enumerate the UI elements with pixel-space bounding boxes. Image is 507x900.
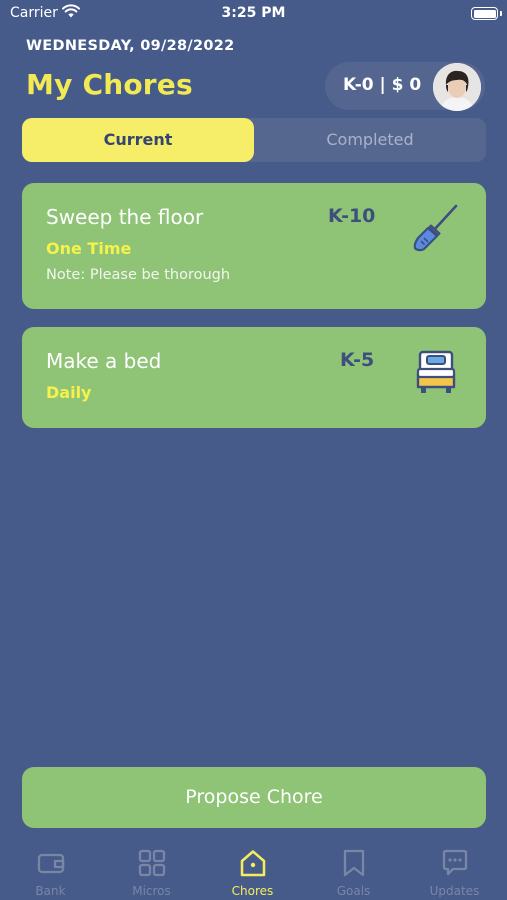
tab-label: Goals [336, 884, 371, 898]
page-title: My Chores [26, 68, 193, 101]
tab-updates[interactable]: Updates [404, 838, 505, 900]
tab-chores[interactable]: Chores [202, 838, 303, 900]
chore-points: K-10 [328, 205, 376, 227]
current-date: WEDNESDAY, 09/28/2022 [26, 38, 235, 54]
tab-label: Micros [132, 884, 171, 898]
tab-label: Bank [35, 884, 66, 898]
tab-bank[interactable]: Bank [0, 838, 101, 900]
tab-label: Chores [231, 884, 274, 898]
chore-name: Sweep the floor [46, 205, 204, 229]
broom-icon [413, 204, 458, 252]
home-icon [240, 850, 266, 877]
grid-icon [138, 849, 166, 877]
chat-icon [442, 849, 468, 876]
tab-micros[interactable]: Micros [101, 838, 202, 900]
avatar[interactable] [433, 63, 481, 111]
status-time: 3:25 PM [221, 5, 286, 21]
tab-label: Updates [429, 884, 480, 898]
chore-note: Note: Please be thorough [46, 267, 231, 283]
bed-icon [416, 350, 456, 393]
chore-status-tabs: Current Completed [22, 118, 486, 162]
chore-card[interactable]: Sweep the floor K-10 One Time Note: Plea… [22, 183, 486, 309]
tab-current[interactable]: Current [22, 118, 254, 162]
tab-completed[interactable]: Completed [254, 118, 486, 162]
balance-pill[interactable]: K-0 | $ 0 [325, 62, 485, 111]
battery-icon [471, 7, 498, 20]
chore-card[interactable]: Make a bed K-5 Daily [22, 327, 486, 428]
status-bar: Carrier 3:25 PM [0, 0, 507, 28]
bottom-tab-bar: Bank Micros Chores Goals Updates [0, 838, 507, 900]
bookmark-icon [343, 849, 365, 877]
tab-goals[interactable]: Goals [303, 838, 404, 900]
balance-text: K-0 | $ 0 [343, 75, 422, 95]
chore-frequency: One Time [46, 239, 132, 258]
chore-name: Make a bed [46, 349, 162, 373]
battery-tip [500, 11, 502, 16]
chore-frequency: Daily [46, 383, 92, 402]
propose-chore-button[interactable]: Propose Chore [22, 767, 486, 828]
avatar-portrait-icon [433, 63, 481, 111]
wallet-icon [37, 853, 65, 874]
chore-points: K-5 [340, 349, 375, 371]
